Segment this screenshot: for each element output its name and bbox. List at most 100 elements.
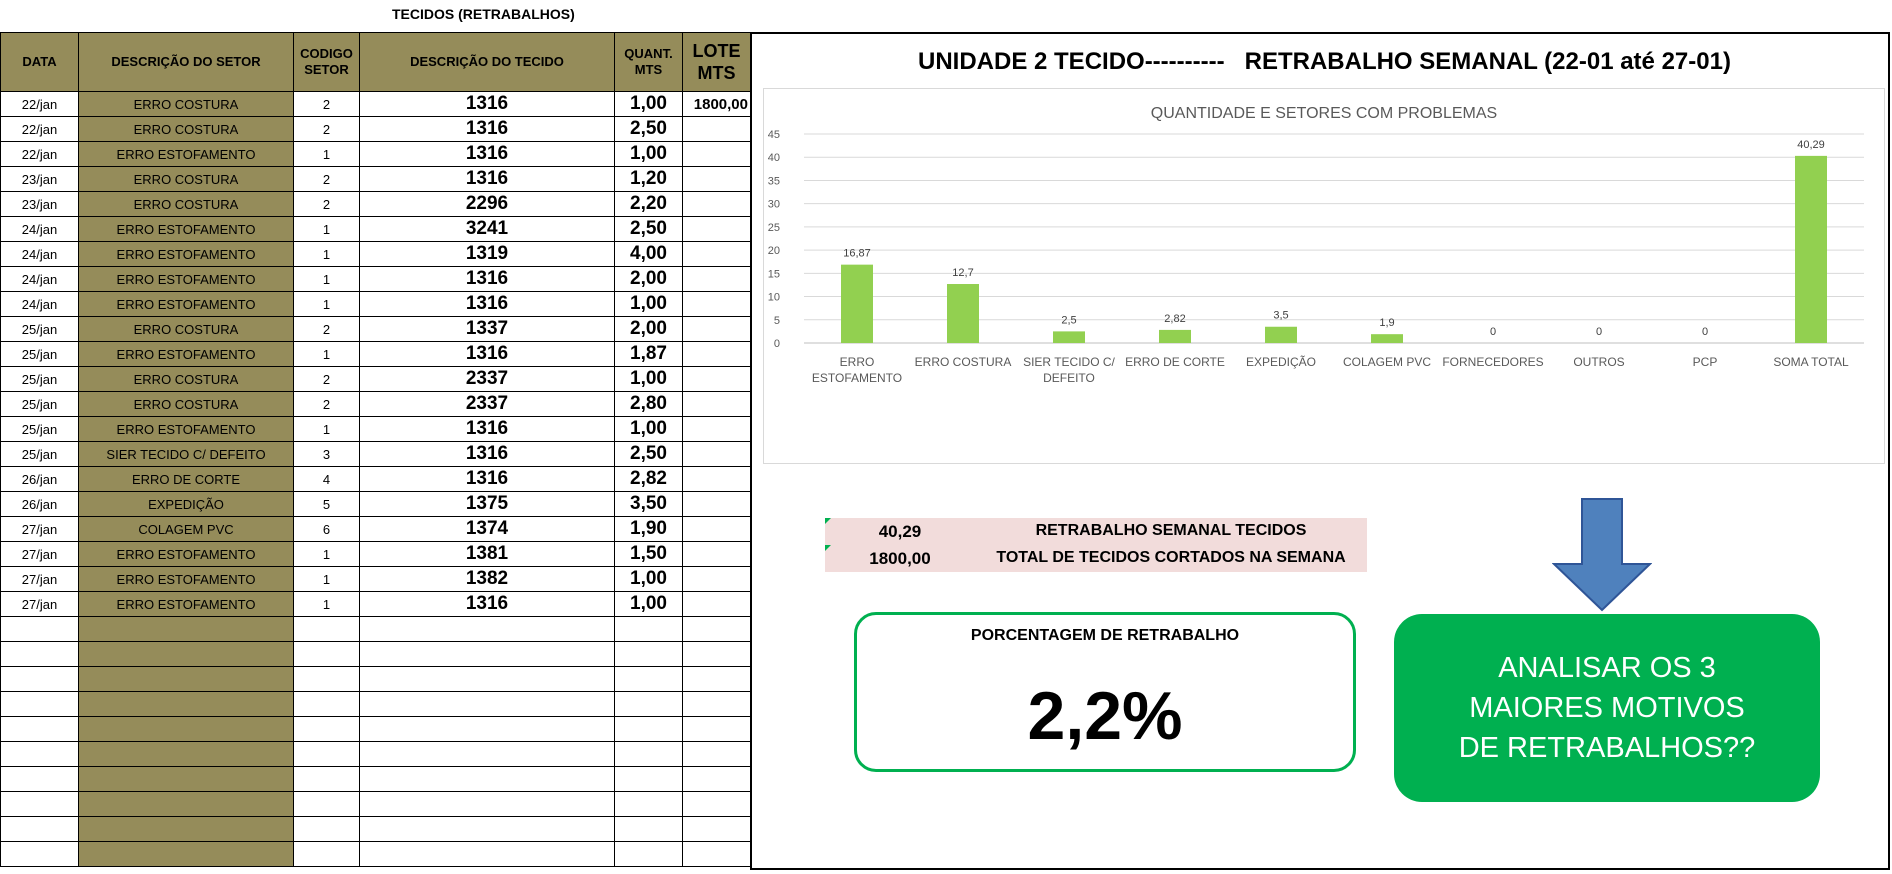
sector-cell[interactable]: ERRO DE CORTE xyxy=(78,466,294,492)
sector-cell[interactable]: EXPEDIÇÃO xyxy=(78,491,294,517)
quantity-cell[interactable]: 1,50 xyxy=(614,541,683,567)
empty-cell[interactable] xyxy=(293,616,360,642)
date-cell[interactable]: 23/jan xyxy=(0,166,79,192)
date-cell[interactable]: 23/jan xyxy=(0,191,79,217)
empty-cell[interactable] xyxy=(78,766,294,792)
empty-cell[interactable] xyxy=(0,841,79,867)
lote-cell[interactable] xyxy=(682,266,751,292)
sector-cell[interactable]: ERRO ESTOFAMENTO xyxy=(78,341,294,367)
quantity-cell[interactable]: 1,20 xyxy=(614,166,683,192)
empty-cell[interactable] xyxy=(682,791,751,817)
fabric-cell[interactable]: 1381 xyxy=(359,541,615,567)
bar[interactable] xyxy=(947,284,979,343)
quantity-cell[interactable]: 1,00 xyxy=(614,566,683,592)
lote-cell[interactable] xyxy=(682,516,751,542)
quantity-cell[interactable]: 2,00 xyxy=(614,316,683,342)
percentage-card[interactable]: PORCENTAGEM DE RETRABALHO 2,2% xyxy=(854,612,1356,772)
quantity-cell[interactable]: 1,00 xyxy=(614,366,683,392)
empty-cell[interactable] xyxy=(0,641,79,667)
sector-cell[interactable]: ERRO ESTOFAMENTO xyxy=(78,291,294,317)
bar[interactable] xyxy=(1265,326,1297,343)
lote-cell[interactable] xyxy=(682,316,751,342)
sector-code-cell[interactable]: 2 xyxy=(293,116,360,142)
sector-cell[interactable]: ERRO COSTURA xyxy=(78,316,294,342)
empty-cell[interactable] xyxy=(359,716,615,742)
quantity-cell[interactable]: 1,00 xyxy=(614,141,683,167)
empty-cell[interactable] xyxy=(682,716,751,742)
lote-cell[interactable] xyxy=(682,341,751,367)
date-cell[interactable]: 25/jan xyxy=(0,366,79,392)
date-cell[interactable]: 27/jan xyxy=(0,566,79,592)
date-cell[interactable]: 27/jan xyxy=(0,516,79,542)
header-lote[interactable]: LOTE MTS xyxy=(682,32,751,92)
sector-cell[interactable]: ERRO ESTOFAMENTO xyxy=(78,566,294,592)
lote-cell[interactable] xyxy=(682,241,751,267)
empty-cell[interactable] xyxy=(0,741,79,767)
quantity-cell[interactable]: 2,50 xyxy=(614,216,683,242)
date-cell[interactable]: 25/jan xyxy=(0,316,79,342)
quantity-cell[interactable]: 1,00 xyxy=(614,416,683,442)
sector-cell[interactable]: ERRO ESTOFAMENTO xyxy=(78,541,294,567)
date-cell[interactable]: 24/jan xyxy=(0,216,79,242)
quantity-cell[interactable]: 2,50 xyxy=(614,441,683,467)
quantity-cell[interactable]: 1,00 xyxy=(614,91,683,117)
lote-cell[interactable] xyxy=(682,441,751,467)
date-cell[interactable]: 24/jan xyxy=(0,266,79,292)
fabric-cell[interactable]: 1382 xyxy=(359,566,615,592)
lote-cell[interactable] xyxy=(682,416,751,442)
empty-cell[interactable] xyxy=(359,666,615,692)
empty-cell[interactable] xyxy=(359,766,615,792)
lote-cell[interactable] xyxy=(682,591,751,617)
bar[interactable] xyxy=(1159,329,1191,343)
sector-cell[interactable]: ERRO ESTOFAMENTO xyxy=(78,241,294,267)
empty-cell[interactable] xyxy=(682,616,751,642)
sector-code-cell[interactable]: 2 xyxy=(293,391,360,417)
sector-cell[interactable]: ERRO ESTOFAMENTO xyxy=(78,141,294,167)
header-code[interactable]: CODIGO SETOR xyxy=(293,32,360,92)
fabric-cell[interactable]: 2337 xyxy=(359,366,615,392)
quantity-cell[interactable]: 1,87 xyxy=(614,341,683,367)
sector-code-cell[interactable]: 1 xyxy=(293,416,360,442)
empty-cell[interactable] xyxy=(682,666,751,692)
empty-cell[interactable] xyxy=(0,666,79,692)
lote-cell[interactable] xyxy=(682,566,751,592)
sector-code-cell[interactable]: 5 xyxy=(293,491,360,517)
empty-cell[interactable] xyxy=(614,691,683,717)
sector-code-cell[interactable]: 1 xyxy=(293,241,360,267)
sector-cell[interactable]: ERRO COSTURA xyxy=(78,191,294,217)
empty-cell[interactable] xyxy=(359,641,615,667)
quantity-cell[interactable]: 4,00 xyxy=(614,241,683,267)
empty-cell[interactable] xyxy=(78,741,294,767)
empty-cell[interactable] xyxy=(78,691,294,717)
empty-cell[interactable] xyxy=(0,791,79,817)
lote-cell[interactable] xyxy=(682,141,751,167)
empty-cell[interactable] xyxy=(359,741,615,767)
fabric-cell[interactable]: 3241 xyxy=(359,216,615,242)
date-cell[interactable]: 26/jan xyxy=(0,491,79,517)
empty-cell[interactable] xyxy=(293,791,360,817)
empty-cell[interactable] xyxy=(0,816,79,842)
empty-cell[interactable] xyxy=(614,641,683,667)
fabric-cell[interactable]: 1316 xyxy=(359,166,615,192)
empty-cell[interactable] xyxy=(359,616,615,642)
empty-cell[interactable] xyxy=(78,816,294,842)
lote-cell[interactable] xyxy=(682,191,751,217)
bar[interactable] xyxy=(1371,334,1403,343)
date-cell[interactable]: 22/jan xyxy=(0,116,79,142)
lote-cell[interactable] xyxy=(682,491,751,517)
empty-cell[interactable] xyxy=(682,691,751,717)
sector-cell[interactable]: ERRO COSTURA xyxy=(78,366,294,392)
fabric-cell[interactable]: 2296 xyxy=(359,191,615,217)
sector-code-cell[interactable]: 1 xyxy=(293,341,360,367)
date-cell[interactable]: 27/jan xyxy=(0,541,79,567)
sector-code-cell[interactable]: 1 xyxy=(293,566,360,592)
header-qty[interactable]: QUANT. MTS xyxy=(614,32,683,92)
sector-code-cell[interactable]: 1 xyxy=(293,216,360,242)
empty-cell[interactable] xyxy=(293,841,360,867)
empty-cell[interactable] xyxy=(359,841,615,867)
empty-cell[interactable] xyxy=(682,741,751,767)
quantity-cell[interactable]: 1,90 xyxy=(614,516,683,542)
empty-cell[interactable] xyxy=(682,766,751,792)
sector-code-cell[interactable]: 3 xyxy=(293,441,360,467)
header-fabric[interactable]: DESCRIÇÃO DO TECIDO xyxy=(359,32,615,92)
